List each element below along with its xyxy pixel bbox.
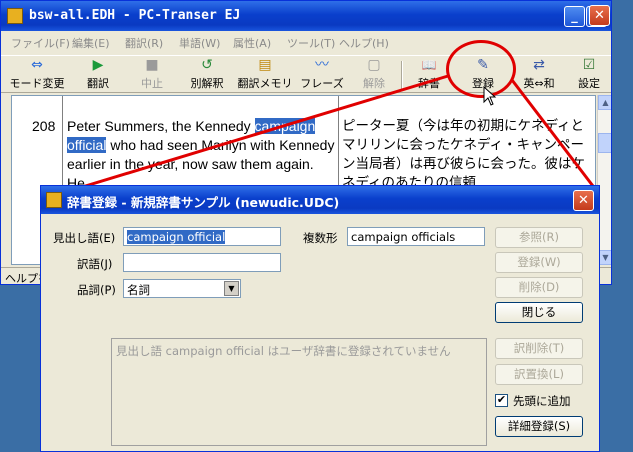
plural-label: 複数形 [303,231,338,245]
chevron-down-icon[interactable]: ▼ [224,281,239,296]
delete-translation-button[interactable]: 訳削除(T) [495,338,583,359]
dictionary-register-dialog: 辞書登録 - 新規辞書サンプル (newudic.UDC) ✕ 見出し語(E) … [40,185,600,452]
headword-input[interactable]: campaign official [123,227,281,246]
pos-select[interactable]: 名詞 ▼ [123,279,241,298]
pos-label: 品詞(P) [77,283,116,297]
message-area: 見出し語 campaign official はユーザ辞書に登録されていません [111,338,487,446]
prepend-checkbox-label: 先頭に追加 [513,394,571,408]
register-dialog-button[interactable]: 登録(W) [495,252,583,273]
delete-button[interactable]: 削除(D) [495,277,583,298]
plural-input[interactable]: campaign officials [347,227,485,246]
dialog-title: 辞書登録 - 新規辞書サンプル (newudic.UDC) [67,195,340,210]
dialog-close-button[interactable]: ✕ [573,190,594,211]
translation-label: 訳語(J) [77,257,113,271]
replace-translation-button[interactable]: 訳置換(L) [495,364,583,385]
translation-input[interactable] [123,253,281,272]
headword-label: 見出し語(E) [53,231,116,245]
mouse-cursor-icon [483,86,497,106]
detail-register-button[interactable]: 詳細登録(S) [495,416,583,437]
prepend-checkbox[interactable]: ✔ [495,394,508,407]
annotation-circle [446,40,516,98]
dictionary-icon [46,192,62,208]
message-text: 見出し語 campaign official はユーザ辞書に登録されていません [116,344,451,358]
close-dialog-button[interactable]: 閉じる [495,302,583,323]
browse-button[interactable]: 参照(R) [495,227,583,248]
dialog-title-bar[interactable]: 辞書登録 - 新規辞書サンプル (newudic.UDC) ✕ [41,186,599,214]
